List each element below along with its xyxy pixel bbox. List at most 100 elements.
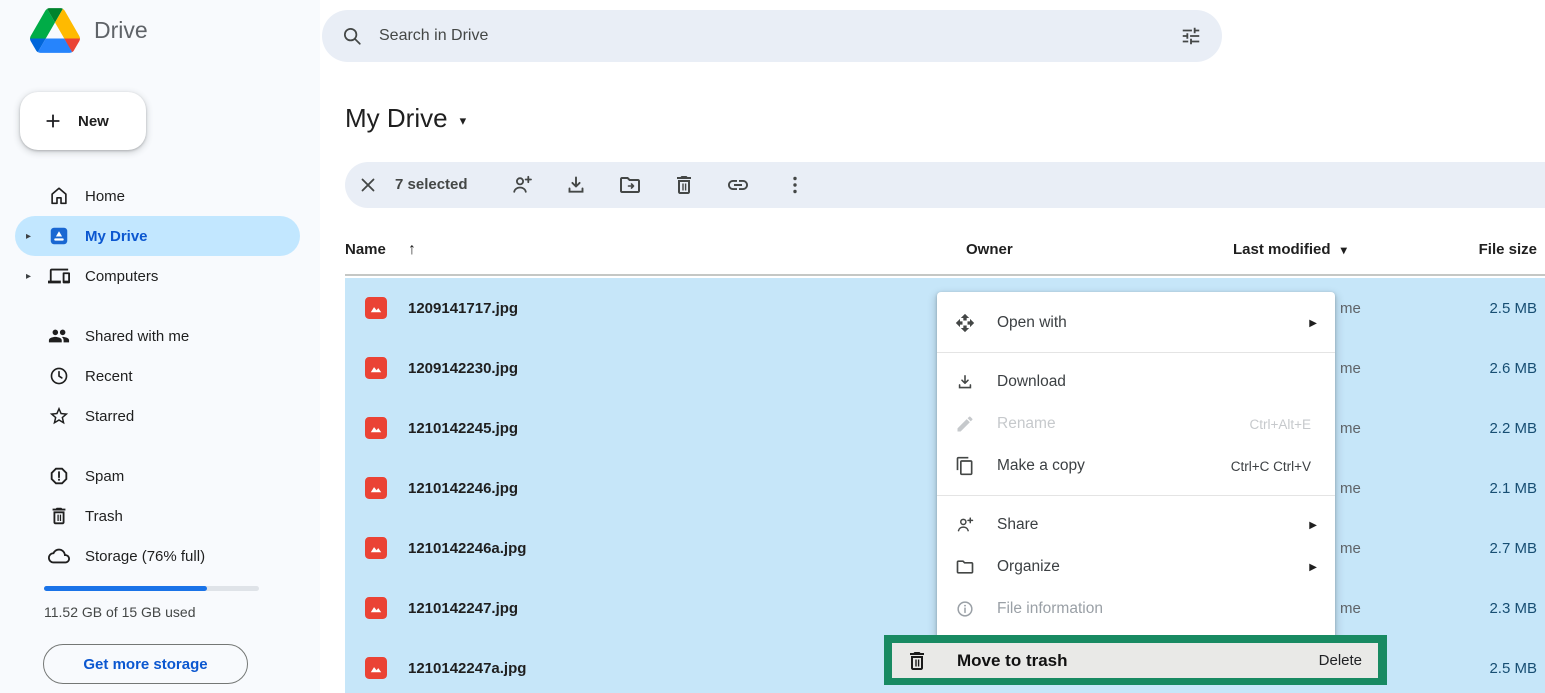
new-button[interactable]: New [20,92,146,150]
file-size: 2.3 MB [1489,600,1537,617]
starred-icon [48,405,70,427]
home-icon [48,185,70,207]
column-header-last-modified[interactable]: Last modified ▾ [1233,241,1347,258]
submenu-arrow-icon: ▶ [1309,562,1317,573]
new-button-label: New [78,113,109,130]
sidebar-item-starred[interactable]: Starred [0,396,320,436]
file-size: 2.7 MB [1489,540,1537,557]
sidebar-item-label: Shared with me [85,328,189,345]
sort-ascending-icon: ↑ [408,241,416,258]
file-modified-by: me [1340,360,1361,377]
menu-item-make-a-copy[interactable]: Make a copy Ctrl+C Ctrl+V [937,445,1335,487]
file-modified-by: me [1340,480,1361,497]
storage-progress-fill [44,586,207,591]
file-size: 2.5 MB [1489,660,1537,677]
my-drive-icon [48,225,70,247]
recent-icon [48,365,70,387]
search-input[interactable] [379,27,1180,45]
image-file-icon [365,657,387,679]
drive-logo[interactable]: Drive [30,8,148,53]
sidebar-item-shared-with-me[interactable]: Shared with me [0,316,320,356]
selection-toolbar: 7 selected [345,162,1545,208]
menu-item-download[interactable]: Download [937,361,1335,403]
sidebar-item-trash[interactable]: Trash [0,496,320,536]
image-file-icon [365,477,387,499]
shortcut-label: Ctrl+Alt+E [1249,417,1311,432]
image-file-icon [365,597,387,619]
sidebar-item-label: My Drive [85,228,148,245]
rename-pencil-icon [955,414,977,434]
file-size: 2.6 MB [1489,360,1537,377]
trash-icon [905,649,929,673]
search-icon [341,25,363,47]
file-name: 1210142245.jpg [408,420,518,437]
file-modified-by: me [1340,540,1361,557]
page-title[interactable]: My Drive ▾ [345,103,466,134]
copy-icon [955,456,977,476]
menu-item-organize[interactable]: Organize ▶ [937,546,1335,588]
column-header-owner[interactable]: Owner [966,241,1013,258]
context-menu: Open with ▶ Download Rename Ctrl+Alt+E M… [937,292,1335,640]
page-title-text: My Drive [345,103,448,134]
more-actions-icon[interactable] [783,173,807,197]
trash-icon [48,505,70,527]
menu-item-open-with[interactable]: Open with ▶ [937,302,1335,344]
image-file-icon [365,417,387,439]
trash-icon[interactable] [672,173,696,197]
shortcut-label: Delete [1319,652,1362,669]
menu-item-move-to-trash[interactable]: Move to trash Delete [892,643,1378,678]
file-name: 1210142247a.jpg [408,660,526,677]
spam-icon [48,465,70,487]
sidebar: Drive New Home ▸ My Drive ▸ [0,0,320,693]
shared-with-me-icon [48,325,70,347]
image-file-icon [365,297,387,319]
sidebar-item-label: Spam [85,468,124,485]
column-header-name[interactable]: Name ↑ [345,241,416,259]
storage-cloud-icon [48,545,70,567]
file-size: 2.2 MB [1489,420,1537,437]
share-person-add-icon [955,515,977,535]
storage-progress-bar [44,586,259,591]
computers-icon [48,265,70,287]
file-modified-by: me [1340,600,1361,617]
file-name: 1210142246.jpg [408,480,518,497]
download-icon[interactable] [564,173,588,197]
plus-icon [42,110,64,132]
search-bar[interactable] [322,10,1222,62]
file-size: 2.1 MB [1489,480,1537,497]
header-divider [345,274,1545,276]
submenu-arrow-icon: ▶ [1309,520,1317,531]
file-name: 1209141717.jpg [408,300,518,317]
clear-selection-icon[interactable] [357,174,379,196]
sidebar-item-label: Storage (76% full) [85,548,205,565]
menu-item-share[interactable]: Share ▶ [937,504,1335,546]
sidebar-item-my-drive[interactable]: ▸ My Drive [0,216,320,256]
file-modified-by: me [1340,420,1361,437]
submenu-arrow-icon: ▶ [1309,318,1317,329]
file-name: 1210142247.jpg [408,600,518,617]
expand-caret-icon[interactable]: ▸ [26,231,36,242]
column-header-file-size[interactable]: File size [1479,241,1537,258]
search-options-tune-icon[interactable] [1180,25,1202,47]
get-link-icon[interactable] [726,173,750,197]
download-icon [955,372,977,392]
expand-caret-icon[interactable]: ▸ [26,271,36,282]
sidebar-item-label: Computers [85,268,158,285]
table-header: Name ↑ Owner Last modified ▾ File size [345,231,1545,273]
sidebar-item-home[interactable]: Home [0,176,320,216]
title-dropdown-caret-icon: ▾ [460,113,467,129]
drive-logo-text: Drive [94,17,148,44]
sidebar-item-storage[interactable]: Storage (76% full) [0,536,320,576]
share-person-add-icon[interactable] [510,173,534,197]
move-to-folder-icon[interactable] [618,173,642,197]
folder-icon [955,557,977,577]
sidebar-item-recent[interactable]: Recent [0,356,320,396]
image-file-icon [365,357,387,379]
annotation-highlight-box: Move to trash Delete [884,635,1387,685]
menu-item-file-information: File information [937,588,1335,630]
file-name: 1210142246a.jpg [408,540,526,557]
get-more-storage-button[interactable]: Get more storage [43,644,248,684]
sidebar-item-computers[interactable]: ▸ Computers [0,256,320,296]
menu-item-rename: Rename Ctrl+Alt+E [937,403,1335,445]
sidebar-item-spam[interactable]: Spam [0,456,320,496]
